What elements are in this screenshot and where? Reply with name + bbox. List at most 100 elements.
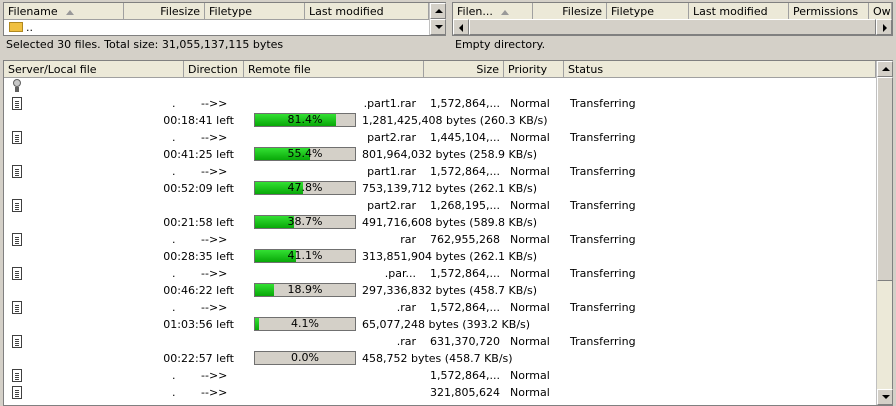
horizontal-scroll-thumb[interactable]: [469, 19, 876, 35]
bytes-transferred: 1,281,425,408 bytes (260.3 KB/s): [362, 114, 548, 127]
queue-item[interactable]: .rar 631,370,720 Normal Transferring 00:22:5…: [4, 333, 876, 367]
priority: Normal: [510, 301, 550, 314]
remote-col-filesize[interactable]: Filesize: [533, 3, 607, 20]
queue-item[interactable]: . -->> part2.rar 1,445,104,... Normal Transfe…: [4, 129, 876, 163]
remote-file-name: part2.rar: [367, 131, 416, 144]
local-col-filesize[interactable]: Filesize: [124, 3, 205, 20]
remote-status-bar: Empty directory.: [452, 37, 893, 53]
priority: Normal: [510, 97, 550, 110]
sort-ascending-icon: [65, 9, 74, 15]
local-file-dot: .: [172, 131, 176, 144]
direction-arrow: -->>: [201, 97, 228, 110]
remote-file-list[interactable]: Filen... Filesize Filetype Last modified…: [452, 2, 893, 36]
local-file-dot: .: [172, 369, 176, 382]
bytes-transferred: 65,077,248 bytes (393.2 KB/s): [362, 318, 531, 331]
progress-percent: 0.0%: [291, 351, 319, 364]
remote-file-name: part2.rar: [367, 199, 416, 212]
queue-col-remote-file[interactable]: Remote file: [244, 61, 424, 78]
remote-file-name: .par...: [384, 267, 416, 280]
queue-item[interactable]: . -->> part1.rar 1,572,864,... Normal Transfe…: [4, 163, 876, 197]
remote-horizontal-scrollbar[interactable]: [453, 19, 892, 35]
scroll-up-button[interactable]: [877, 61, 893, 77]
remote-list-header: Filen... Filesize Filetype Last modified…: [453, 3, 892, 20]
queue-item[interactable]: part2.rar 1,268,195,... Normal Transferring…: [4, 197, 876, 231]
priority: Normal: [510, 369, 550, 382]
progress-percent: 47.8%: [287, 181, 323, 194]
queue-col-status[interactable]: Status: [564, 61, 876, 78]
local-list-header: Filename Filesize Filetype Last modified: [4, 3, 429, 20]
queue-item[interactable]: . -->> rar 762,955,268 Normal Transferring 00:…: [4, 231, 876, 265]
local-vertical-scrollbar[interactable]: [429, 3, 446, 35]
scroll-left-button[interactable]: [453, 19, 469, 35]
remote-col-filename[interactable]: Filen...: [453, 3, 533, 20]
progress-percent: 18.9%: [287, 283, 323, 296]
remote-file-name: .rar: [396, 335, 416, 348]
direction-arrow: -->>: [201, 301, 228, 314]
queue-col-priority[interactable]: Priority: [504, 61, 564, 78]
queue-col-size[interactable]: Size: [424, 61, 504, 78]
file-icon: [12, 301, 22, 314]
progress-bar: 47.8%: [254, 181, 356, 195]
queue-col-direction[interactable]: Direction: [184, 61, 244, 78]
transfer-status: Transferring: [570, 233, 636, 246]
transfer-status: Transferring: [570, 301, 636, 314]
file-size: 1,572,864,...: [430, 301, 500, 314]
local-file-dot: .: [172, 386, 176, 399]
remote-col-permissions[interactable]: Permissions: [789, 3, 869, 20]
scroll-down-button[interactable]: [877, 389, 893, 405]
progress-percent: 81.4%: [287, 113, 323, 126]
queue-item[interactable]: . -->> .par... 1,572,864,... Normal Transferr…: [4, 265, 876, 299]
direction-arrow: -->>: [201, 233, 228, 246]
file-size: 1,572,864,...: [430, 267, 500, 280]
local-row-parent[interactable]: ..: [26, 19, 33, 36]
local-col-filetype[interactable]: Filetype: [205, 3, 305, 20]
file-icon: [12, 233, 22, 246]
queue-item[interactable]: . -->> 1,572,864,... Normal: [4, 367, 876, 384]
arrow-left-icon: [459, 24, 463, 32]
file-icon: [12, 199, 22, 212]
transfer-status: Transferring: [570, 131, 636, 144]
progress-percent: 4.1%: [291, 317, 319, 330]
queue-item[interactable]: . -->> 321,805,624 Normal: [4, 384, 876, 401]
file-icon: [12, 335, 22, 348]
queue-header: Server/Local file Direction Remote file …: [4, 61, 876, 78]
direction-arrow: -->>: [201, 386, 228, 399]
queue-item[interactable]: . -->> .rar 1,572,864,... Normal Transferring…: [4, 299, 876, 333]
bytes-transferred: 313,851,904 bytes (262.1 KB/s): [362, 250, 538, 263]
bytes-transferred: 753,139,712 bytes (262.1 KB/s): [362, 182, 538, 195]
vertical-scroll-thumb[interactable]: [877, 77, 893, 281]
progress-bar: 18.9%: [254, 283, 356, 297]
arrow-right-icon: [883, 24, 887, 32]
local-file-dot: .: [172, 301, 176, 314]
progress-percent: 55.4%: [287, 147, 323, 160]
remote-col-last-modified[interactable]: Last modified: [689, 3, 789, 20]
remote-file-name: .rar: [396, 301, 416, 314]
file-size: 762,955,268: [430, 233, 500, 246]
transfer-status: Transferring: [570, 335, 636, 348]
remote-file-name: part1.rar: [367, 165, 416, 178]
queue-col-server-local-file[interactable]: Server/Local file: [4, 61, 184, 78]
direction-arrow: -->>: [201, 165, 228, 178]
file-size: 1,572,864,...: [430, 165, 500, 178]
transfer-queue[interactable]: Server/Local file Direction Remote file …: [3, 60, 893, 406]
scroll-right-button[interactable]: [876, 19, 892, 35]
progress-percent: 38.7%: [287, 215, 323, 228]
scroll-up-button[interactable]: [430, 3, 446, 19]
remote-col-filetype[interactable]: Filetype: [607, 3, 689, 20]
remote-file-name: rar: [400, 233, 416, 246]
local-col-last-modified[interactable]: Last modified: [305, 3, 429, 20]
time-left: 00:18:41 left: [163, 114, 234, 127]
scroll-down-button[interactable]: [430, 19, 446, 35]
bytes-transferred: 491,716,608 bytes (589.8 KB/s): [362, 216, 538, 229]
local-file-dot: .: [172, 267, 176, 280]
local-file-list[interactable]: Filename Filesize Filetype Last modified…: [3, 2, 446, 36]
queue-item[interactable]: . -->> .part1.rar 1,572,864,... Normal Transf…: [4, 95, 876, 129]
remote-col-owner[interactable]: Owr: [869, 3, 892, 20]
time-left: 00:52:09 left: [163, 182, 234, 195]
queue-vertical-scrollbar[interactable]: [876, 61, 893, 405]
local-col-filename[interactable]: Filename: [4, 3, 124, 20]
file-icon: [12, 97, 22, 110]
file-size: 1,268,195,...: [430, 199, 500, 212]
progress-bar: 81.4%: [254, 113, 356, 127]
arrow-up-icon: [882, 67, 890, 71]
